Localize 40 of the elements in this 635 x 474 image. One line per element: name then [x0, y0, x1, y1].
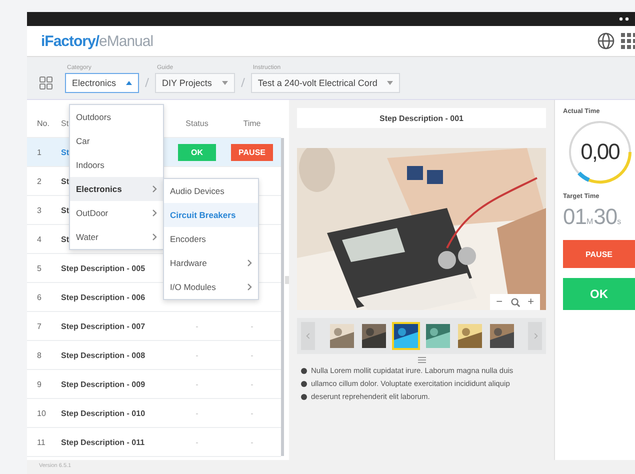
table-cell: - — [250, 322, 254, 330]
table-cell: - — [196, 350, 198, 360]
row-number: 6 — [36, 292, 42, 302]
step-name: Step Description - 006 — [61, 292, 146, 302]
table-cell: - — [196, 408, 198, 418]
table-cell: - — [250, 438, 254, 446]
row-number: 8 — [36, 350, 42, 360]
step-name: Step Description - 011 — [61, 438, 145, 446]
step-name: St — [61, 206, 69, 214]
row-number: 10 — [36, 408, 47, 418]
step-name: Step Description - 005 — [61, 264, 146, 272]
table-cell: - — [250, 408, 254, 418]
step-name: Step Description - 007 — [61, 322, 146, 330]
row-number: 4 — [36, 234, 42, 244]
column-header: Status — [186, 119, 208, 128]
table-cell: - — [196, 322, 198, 330]
table-cell: - — [196, 380, 198, 388]
row-number: 11 — [36, 438, 46, 446]
step-name: St — [61, 148, 69, 156]
actual-time: 0,00 — [580, 139, 620, 165]
step-title: Step Description - 001 — [297, 108, 546, 128]
row-number: 3 — [36, 206, 42, 214]
row-number: 1 — [36, 148, 42, 156]
step-name: Step Description - 009 — [61, 380, 146, 388]
row-number: 5 — [36, 264, 42, 272]
step-name: St — [61, 176, 69, 186]
step-name: Step Description - 008 — [61, 350, 146, 360]
column-header: No. — [36, 119, 50, 128]
target-time: 01M 30s — [563, 204, 622, 230]
table-cell: - — [250, 380, 254, 388]
column-header: Time — [243, 119, 261, 128]
step-name: Step Description - 010 — [61, 408, 146, 418]
row-number: 7 — [36, 322, 42, 330]
logo: iFactory/eManual — [41, 32, 154, 50]
column-header: St — [61, 119, 70, 128]
row-number: 2 — [36, 176, 42, 186]
table-cell: - — [196, 438, 198, 446]
table-cell: - — [250, 350, 254, 360]
row-number: 9 — [36, 380, 42, 388]
step-name: St — [61, 234, 69, 244]
